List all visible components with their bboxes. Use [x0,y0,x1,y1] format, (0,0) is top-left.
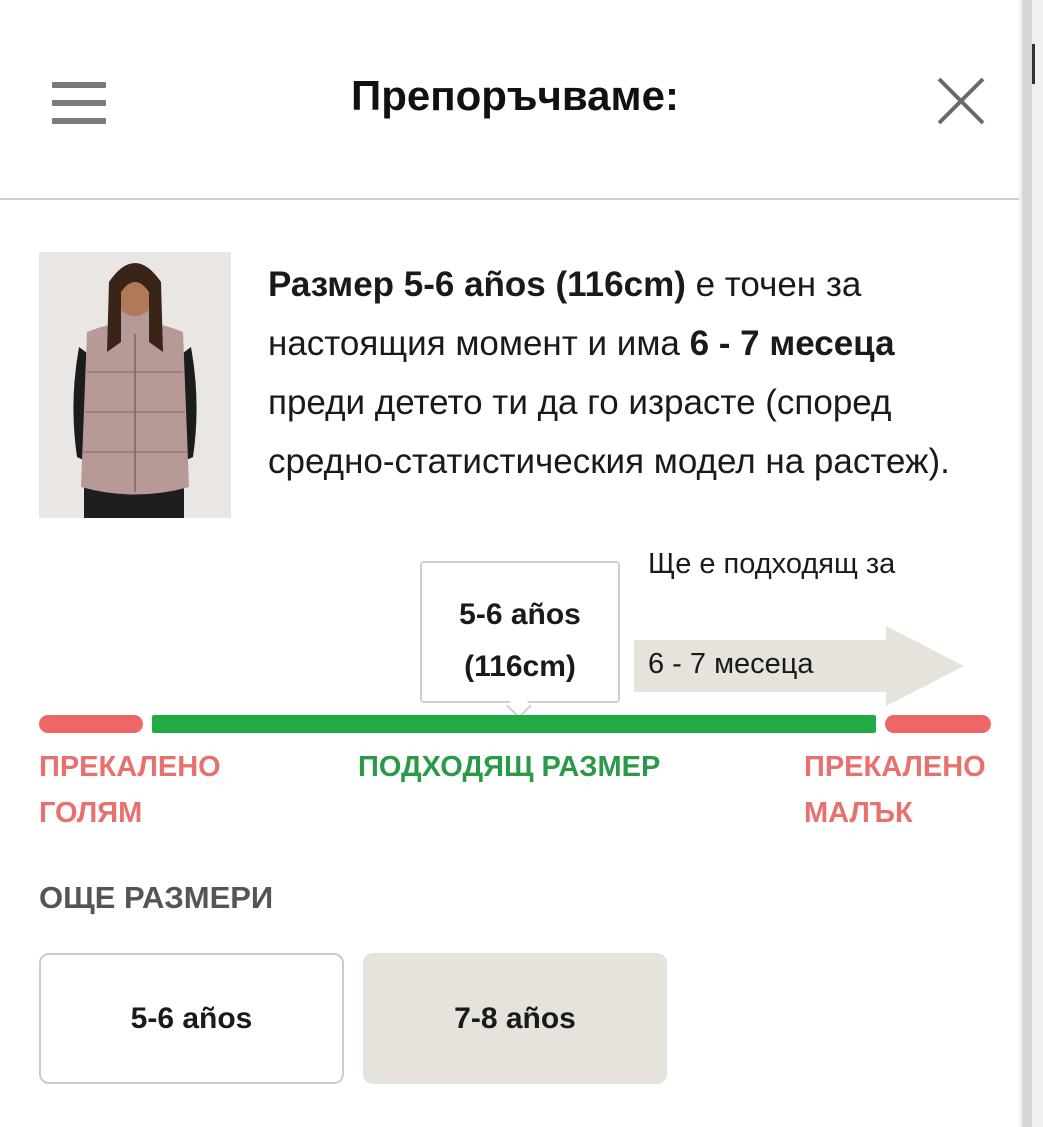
page-title: Препоръчваме: [351,72,679,119]
size-option-5-6-button[interactable]: 5-6 años [39,953,344,1084]
recommendation-text-part-2: преди детето ти да го израсте (според ср… [268,383,950,481]
product-image [39,252,231,518]
size-recommendation-panel: Препоръчваме: Размер 5-6 años (116cm) е … [0,0,1019,1127]
too-big-label: ПРЕКАЛЕНО ГОЛЯМ [39,751,221,829]
panel-header: Препоръчваме: [0,0,1019,200]
page-scrollbar-thumb[interactable] [1022,0,1032,1127]
months-remaining: 6 - 7 месеца [689,324,895,363]
too-big-zone-bar [39,715,143,733]
callout-size: 5-6 años [459,598,581,631]
close-icon[interactable] [934,74,988,128]
fit-zone-bar [152,715,876,733]
too-small-label: ПРЕКАЛЕНО МАЛЪК [804,751,986,829]
background-page-edge [1032,44,1041,84]
fit-duration-months: 6 - 7 месеца [648,648,814,680]
recommendation-text: Размер 5-6 años (116cm) е точен за насто… [268,255,998,491]
recommended-size: Размер 5-6 años (116cm) [268,265,686,304]
too-small-zone-bar [885,715,991,733]
fit-duration-caption: Ще е подходящ за [648,548,896,580]
current-size-callout: 5-6 años (116cm) [420,561,620,703]
size-option-7-8-button[interactable]: 7-8 años [363,953,667,1084]
more-sizes-title: ОЩЕ РАЗМЕРИ [39,880,274,915]
fits-label: ПОДХОДЯЩ РАЗМЕР [358,751,661,783]
callout-cm: (116cm) [464,650,576,683]
